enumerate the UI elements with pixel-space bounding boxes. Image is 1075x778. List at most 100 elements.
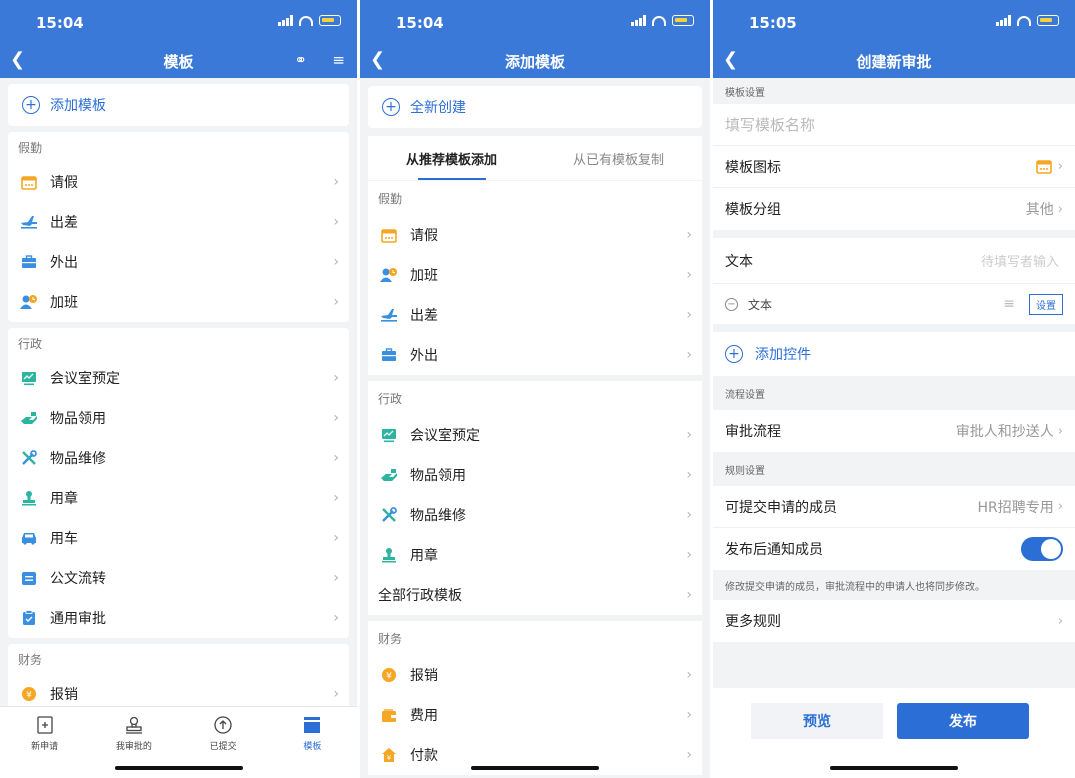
page-title: 添加模板 <box>504 52 565 71</box>
plus-circle-icon: + <box>725 345 743 363</box>
source-tabs: 从推荐模板添加 从已有模板复制 <box>368 136 702 180</box>
headset-icon[interactable]: ⚭ <box>294 51 307 69</box>
calendar-icon <box>20 173 38 191</box>
chevron-right-icon: › <box>686 587 692 603</box>
add-template-button[interactable]: + 添加模板 <box>8 84 349 126</box>
signal-icon <box>996 15 1011 26</box>
approval-flow-row[interactable]: 审批流程 审批人和抄送人 › <box>713 410 1075 452</box>
status-bar: 15:04 <box>0 0 357 44</box>
chevron-right-icon: › <box>333 686 339 702</box>
stamp-icon <box>125 715 143 735</box>
list-item-item-use[interactable]: 物品领用 › <box>368 455 702 495</box>
tab-recommended[interactable]: 从推荐模板添加 <box>368 136 535 180</box>
signal-icon <box>631 15 646 26</box>
back-icon[interactable]: ❮ <box>723 50 738 70</box>
remove-circle-icon[interactable]: − <box>725 297 738 311</box>
more-rules-row[interactable]: 更多规则 › <box>713 600 1075 642</box>
back-icon[interactable]: ❮ <box>370 50 385 70</box>
chevron-right-icon: › <box>1057 201 1063 217</box>
template-group-row[interactable]: 模板分组 其他 › <box>713 188 1075 230</box>
chevron-right-icon: › <box>333 530 339 546</box>
template-settings-header: 模板设置 <box>713 78 1075 104</box>
meeting-room-icon <box>380 426 398 444</box>
text-control-row: − 文本 ≡ 设置 <box>713 284 1075 324</box>
flow-settings-header: 流程设置 <box>713 376 1075 410</box>
list-item-outing[interactable]: 外出 › <box>8 242 349 282</box>
chevron-right-icon: › <box>333 294 339 310</box>
chevron-right-icon: › <box>333 570 339 586</box>
screen-add-template: 15:04 ❮ 添加模板 + 全新创建 从推荐模板添加 从已有模板复制 假勤 请… <box>360 0 710 778</box>
status-time: 15:05 <box>749 14 797 32</box>
battery-icon <box>1037 15 1059 26</box>
tab-templates[interactable]: 模板 <box>268 707 357 778</box>
new-request-icon <box>36 715 53 735</box>
add-control-button[interactable]: + 添加控件 <box>713 332 1075 376</box>
filter-icon[interactable]: ≡ <box>332 51 345 69</box>
airplane-icon <box>380 306 398 324</box>
notify-toggle[interactable] <box>1021 537 1063 561</box>
chevron-right-icon: › <box>686 667 692 683</box>
list-item-car[interactable]: 用车 › <box>8 518 349 558</box>
back-icon[interactable]: ❮ <box>10 50 25 70</box>
preview-button[interactable]: 预览 <box>751 703 883 739</box>
list-item-item-use[interactable]: 物品领用 › <box>8 398 349 438</box>
yen-coin-icon: ¥ <box>380 666 398 684</box>
chevron-right-icon: › <box>333 214 339 230</box>
chevron-right-icon: › <box>1057 423 1063 439</box>
calendar-icon <box>1035 159 1052 174</box>
signal-icon <box>278 15 293 26</box>
drag-handle-icon[interactable]: ≡ <box>1003 296 1015 312</box>
chevron-right-icon: › <box>686 467 692 483</box>
list-item-item-repair[interactable]: 物品维修 › <box>8 438 349 478</box>
chevron-right-icon: › <box>686 507 692 523</box>
chevron-right-icon: › <box>333 410 339 426</box>
submitters-row[interactable]: 可提交申请的成员 HR招聘专用 › <box>713 486 1075 528</box>
list-item-all-admin-templates[interactable]: 全部行政模板 › <box>368 575 702 615</box>
svg-text:¥: ¥ <box>387 754 392 762</box>
tab-new-request[interactable]: 新申请 <box>0 707 89 778</box>
nav-bar: ❮ 添加模板 <box>360 44 710 78</box>
create-new-button[interactable]: + 全新创建 <box>368 86 702 128</box>
list-item-document-flow[interactable]: 公文流转 › <box>8 558 349 598</box>
template-name-field[interactable]: 填写模板名称 <box>713 104 1075 146</box>
rule-settings-header: 规则设置 <box>713 452 1075 486</box>
tab-copy-existing[interactable]: 从已有模板复制 <box>535 136 702 180</box>
chevron-right-icon: › <box>333 174 339 190</box>
template-icon-row[interactable]: 模板图标 › <box>713 146 1075 188</box>
list-item-overtime[interactable]: 加班 › <box>8 282 349 322</box>
document-flow-icon <box>20 569 38 587</box>
section-title: 行政 <box>18 336 43 351</box>
battery-icon <box>319 15 341 26</box>
list-item-outing[interactable]: 外出 › <box>368 335 702 375</box>
list-item-general-approval[interactable]: 通用审批 › <box>8 598 349 638</box>
list-item-business-trip[interactable]: 出差 › <box>368 295 702 335</box>
overtime-person-icon <box>380 266 398 284</box>
plus-circle-icon: + <box>382 98 400 116</box>
repair-tools-icon <box>20 449 38 467</box>
text-field-row[interactable]: 文本 待填写者输入 <box>713 238 1075 284</box>
list-item-leave[interactable]: 请假 › <box>368 215 702 255</box>
plus-circle-icon: + <box>22 96 40 114</box>
list-item-business-trip[interactable]: 出差 › <box>8 202 349 242</box>
chevron-right-icon: › <box>686 427 692 443</box>
list-item-expense[interactable]: 费用 › <box>368 695 702 735</box>
list-item-item-repair[interactable]: 物品维修 › <box>368 495 702 535</box>
list-item-meeting-room[interactable]: 会议室预定 › <box>368 415 702 455</box>
list-item-leave[interactable]: 请假 › <box>8 162 349 202</box>
stamp-icon <box>380 546 398 564</box>
settings-button[interactable]: 设置 <box>1029 293 1063 315</box>
chevron-right-icon: › <box>333 450 339 466</box>
chevron-right-icon: › <box>686 547 692 563</box>
list-item-overtime[interactable]: 加班 › <box>368 255 702 295</box>
list-item-reimbursement[interactable]: ¥ 报销 › <box>368 655 702 695</box>
list-item-meeting-room[interactable]: 会议室预定 › <box>8 358 349 398</box>
list-item-seal[interactable]: 用章 › <box>368 535 702 575</box>
stamp-icon <box>20 489 38 507</box>
add-template-label: 添加模板 <box>50 98 106 114</box>
status-bar: 15:04 <box>360 0 710 44</box>
list-item-seal[interactable]: 用章 › <box>8 478 349 518</box>
chevron-right-icon: › <box>1057 613 1063 629</box>
chevron-right-icon: › <box>686 747 692 763</box>
publish-button[interactable]: 发布 <box>897 703 1029 739</box>
screen-templates: 15:04 ❮ 模板 ⚭ ≡ + 添加模板 假勤 请假› 出差› 外出› <box>0 0 357 778</box>
